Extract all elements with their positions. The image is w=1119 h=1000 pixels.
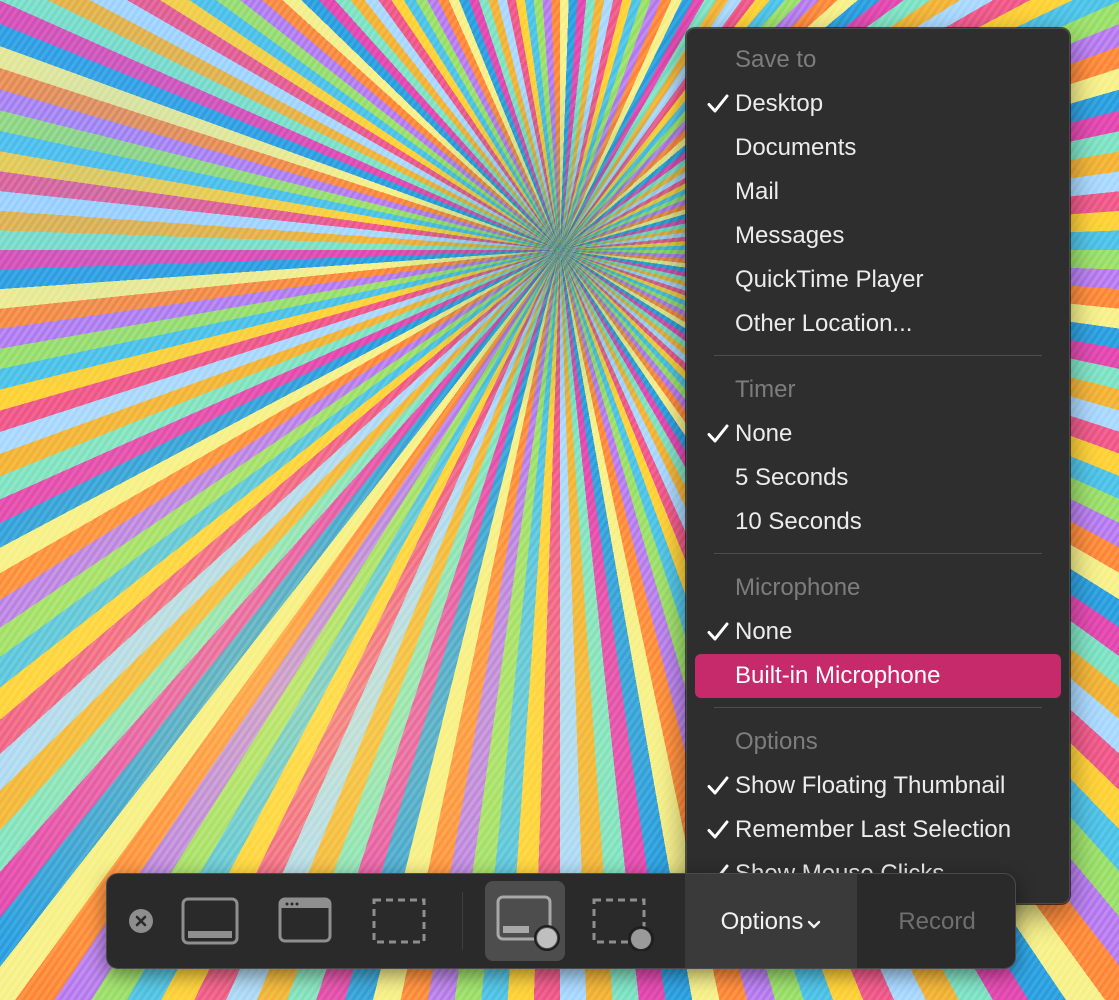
- menu-item-messages[interactable]: Messages: [695, 214, 1061, 258]
- section-header-options: Options: [695, 720, 1061, 764]
- menu-item-desktop[interactable]: Desktop: [695, 82, 1061, 126]
- menu-item-label: Remember Last Selection: [735, 816, 1012, 843]
- menu-item-microphone-none[interactable]: None: [695, 610, 1061, 654]
- menu-item-label: 5 Seconds: [735, 464, 849, 491]
- menu-item-label: Other Location...: [735, 310, 913, 337]
- menu-item-documents[interactable]: Documents: [695, 126, 1061, 170]
- chevron-down-icon: [807, 875, 821, 968]
- menu-item-label: QuickTime Player: [735, 266, 924, 293]
- section-header-microphone: Microphone: [695, 566, 1061, 610]
- record-entire-screen-icon: [496, 895, 560, 951]
- checkmark-icon: [707, 764, 731, 808]
- checkmark-icon: [707, 808, 731, 852]
- section-header-label: Microphone: [735, 574, 861, 601]
- close-icon[interactable]: [129, 909, 153, 933]
- menu-item-label: 10 Seconds: [735, 508, 862, 535]
- section-header-save-to: Save to: [695, 38, 1061, 82]
- menu-item-label: Show Floating Thumbnail: [735, 772, 1006, 799]
- checkmark-icon: [707, 412, 731, 456]
- menu-item-built-in-microphone[interactable]: Built-in Microphone: [695, 654, 1061, 698]
- menu-item-label: Documents: [735, 134, 857, 161]
- capture-entire-screen-icon[interactable]: [181, 897, 239, 945]
- menu-item-label: Built-in Microphone: [735, 662, 941, 689]
- menu-separator: [714, 553, 1042, 554]
- options-menu: Save to Desktop Documents Mail Messages …: [686, 28, 1070, 904]
- screenshot-toolbar: Options Record: [106, 873, 1016, 969]
- menu-item-mail[interactable]: Mail: [695, 170, 1061, 214]
- menu-item-show-floating-thumbnail[interactable]: Show Floating Thumbnail: [695, 764, 1061, 808]
- menu-separator: [714, 707, 1042, 708]
- options-label: Options: [720, 908, 804, 935]
- capture-selected-window-icon[interactable]: [278, 897, 332, 943]
- menu-item-remember-last-selection[interactable]: Remember Last Selection: [695, 808, 1061, 852]
- checkmark-icon: [707, 610, 731, 654]
- menu-separator: [714, 355, 1042, 356]
- menu-item-label: None: [735, 420, 793, 447]
- section-header-label: Options: [735, 728, 818, 755]
- section-header-label: Timer: [735, 376, 796, 403]
- toolbar-divider: [462, 892, 463, 950]
- section-header-label: Save to: [735, 46, 817, 73]
- capture-selected-portion-icon[interactable]: [371, 897, 427, 945]
- record-entire-screen-button[interactable]: [485, 881, 565, 961]
- menu-item-quicktime-player[interactable]: QuickTime Player: [695, 258, 1061, 302]
- menu-item-label: None: [735, 618, 793, 645]
- menu-item-timer-10-seconds[interactable]: 10 Seconds: [695, 500, 1061, 544]
- record-button[interactable]: Record: [857, 874, 1015, 968]
- options-button[interactable]: Options: [685, 874, 857, 968]
- menu-item-timer-5-seconds[interactable]: 5 Seconds: [695, 456, 1061, 500]
- section-header-timer: Timer: [695, 368, 1061, 412]
- menu-item-other-location[interactable]: Other Location...: [695, 302, 1061, 346]
- menu-item-label: Mail: [735, 178, 780, 205]
- record-label: Record: [898, 908, 976, 935]
- menu-item-label: Messages: [735, 222, 845, 249]
- checkmark-icon: [707, 82, 731, 126]
- menu-item-label: Desktop: [735, 90, 824, 117]
- record-selected-portion-icon[interactable]: [591, 897, 657, 951]
- menu-item-timer-none[interactable]: None: [695, 412, 1061, 456]
